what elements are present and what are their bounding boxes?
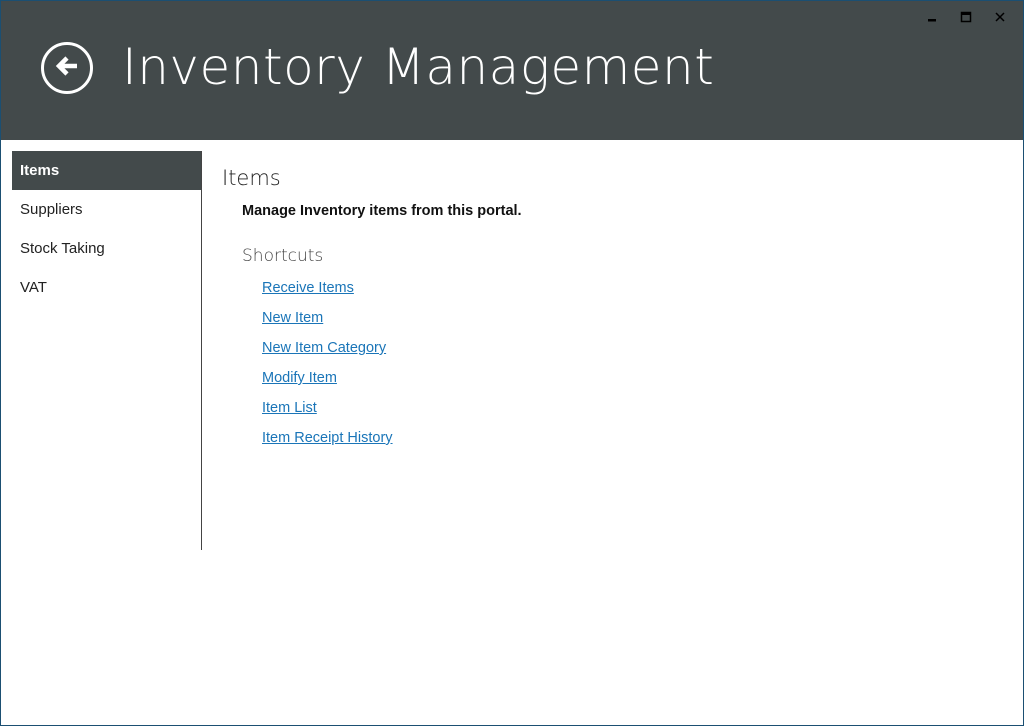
maximize-button[interactable] (949, 9, 983, 29)
shortcut-modify-item[interactable]: Modify Item (262, 370, 522, 400)
minimize-button[interactable] (915, 9, 949, 29)
close-icon (994, 10, 1006, 28)
sidebar-nav: Items Suppliers Stock Taking VAT (12, 151, 202, 550)
shortcuts-heading: Shortcuts (242, 246, 324, 266)
minimize-icon (926, 10, 938, 28)
sidebar-item-suppliers[interactable]: Suppliers (12, 190, 201, 229)
shortcut-item-list[interactable]: Item List (262, 400, 522, 430)
shortcut-item-receipt-history[interactable]: Item Receipt History (262, 430, 522, 460)
main-content: Items Manage Inventory items from this p… (222, 161, 522, 460)
sidebar-item-items[interactable]: Items (12, 151, 201, 190)
back-arrow-circle-icon (52, 51, 82, 86)
back-button[interactable] (41, 42, 93, 94)
app-title: Inventory Management (122, 38, 715, 96)
maximize-icon (960, 10, 972, 28)
sidebar-item-stock-taking[interactable]: Stock Taking (12, 229, 201, 268)
shortcut-new-item-category[interactable]: New Item Category (262, 340, 522, 370)
app-window: Inventory Management Items Suppliers Sto… (0, 0, 1024, 726)
shortcuts-list: Receive Items New Item New Item Category… (262, 280, 522, 460)
shortcut-receive-items[interactable]: Receive Items (262, 280, 522, 310)
sidebar-item-vat[interactable]: VAT (12, 268, 201, 307)
shortcut-new-item[interactable]: New Item (262, 310, 522, 340)
header-bar: Inventory Management (1, 1, 1023, 140)
window-controls (915, 9, 1017, 29)
page-description: Manage Inventory items from this portal. (242, 203, 522, 219)
close-button[interactable] (983, 9, 1017, 29)
page-title: Items (222, 166, 281, 190)
